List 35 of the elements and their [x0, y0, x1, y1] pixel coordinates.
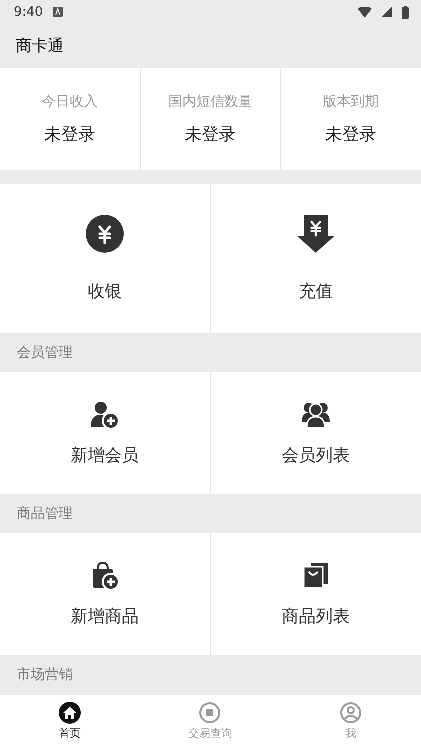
menu-tile[interactable]: 商品列表 — [211, 533, 421, 655]
tile-label: 充值 — [299, 281, 333, 303]
tile-label: 新增会员 — [71, 444, 139, 466]
battery-icon — [402, 6, 409, 18]
home-icon — [59, 702, 82, 724]
menu-tile[interactable]: 收银 — [0, 184, 210, 333]
wifi-icon — [358, 6, 372, 18]
user-add-icon — [90, 400, 120, 430]
stat-value: 未登录 — [184, 124, 236, 146]
tile-label: 收银 — [88, 281, 122, 303]
tile-label: 新增商品 — [71, 606, 139, 628]
yen-arrow-icon — [296, 214, 336, 254]
stat-value: 未登录 — [326, 124, 377, 146]
section-title: 市场营销 — [17, 666, 73, 684]
app-title: 商卡通 — [16, 36, 64, 56]
yen-circle-icon — [85, 214, 125, 254]
section-title: 会员管理 — [17, 344, 73, 362]
nav-tab[interactable]: 首页 — [0, 695, 140, 748]
menu-tile[interactable]: 新增商品 — [0, 533, 210, 655]
tile-label: 商品列表 — [282, 606, 350, 628]
menu-tile[interactable]: 会员列表 — [211, 372, 421, 494]
bag-add-icon — [90, 560, 120, 590]
tile-label: 会员列表 — [282, 444, 350, 466]
signal-icon — [382, 7, 392, 17]
stat-label: 版本到期 — [323, 92, 380, 110]
menu-tile[interactable]: 新增会员 — [0, 372, 210, 494]
stat-label: 今日收入 — [42, 92, 98, 110]
stop-icon — [199, 702, 222, 724]
notification-icon — [53, 7, 64, 17]
section-title: 商品管理 — [17, 504, 73, 522]
user-icon — [340, 702, 362, 724]
stat-value: 未登录 — [44, 124, 96, 146]
status-time: 9:40 — [14, 4, 44, 20]
menu-tile[interactable]: 充值 — [211, 184, 421, 333]
stat-label: 国内短信数量 — [168, 92, 252, 110]
